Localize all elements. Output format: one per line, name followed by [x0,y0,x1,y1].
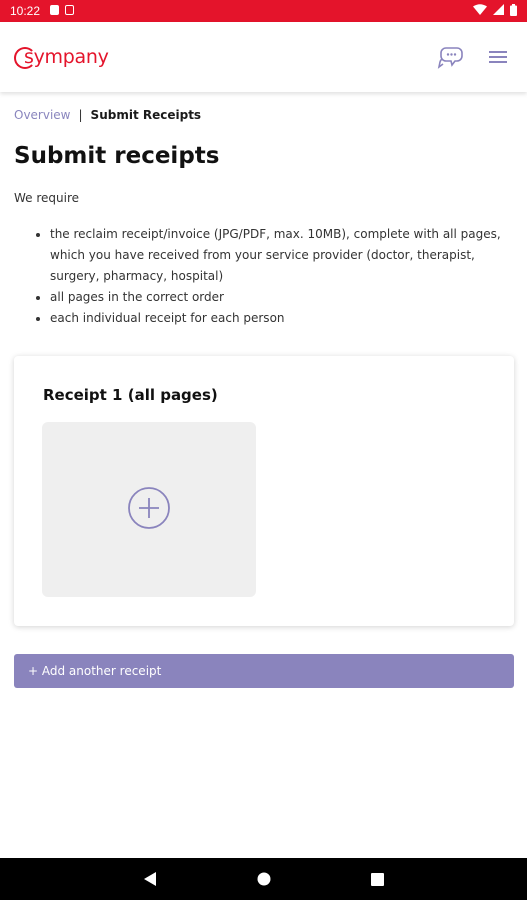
plus-circle-icon [127,486,171,534]
page-title: Submit receipts [14,143,220,169]
add-receipt-button[interactable]: + Add another receipt [14,654,514,688]
breadcrumb-current: Submit Receipts [90,108,202,122]
signal-icon [493,4,504,18]
list-item: all pages in the correct order [36,287,506,308]
battery-icon [510,3,517,19]
breadcrumb: Overview | Submit Receipts [14,108,201,122]
chat-icon[interactable] [437,45,465,69]
notification-icon [50,4,60,18]
header-actions [437,45,513,69]
upload-tile[interactable] [42,422,256,597]
brand-name: sympany [24,46,109,68]
navigation-bar [0,858,527,900]
receipt-title: Receipt 1 (all pages) [43,386,218,404]
status-time: 10:22 [10,4,41,18]
list-item: each individual receipt for each person [36,308,506,329]
sim-icon [65,4,75,18]
app-header: sympany [0,22,527,92]
receipt-card: Receipt 1 (all pages) [14,356,514,626]
wifi-icon [473,4,487,18]
breadcrumb-overview-link[interactable]: Overview [14,108,71,122]
breadcrumb-separator: | [78,108,83,122]
recents-icon[interactable] [371,872,384,886]
logo[interactable]: sympany [14,45,109,69]
list-item: the reclaim receipt/invoice (JPG/PDF, ma… [36,224,506,287]
requirements-list: the reclaim receipt/invoice (JPG/PDF, ma… [36,224,506,329]
status-bar: 10:22 [0,0,527,22]
home-icon[interactable] [257,872,271,886]
intro-text: We require [14,191,80,205]
menu-icon[interactable] [489,50,507,64]
back-icon[interactable] [143,871,157,887]
